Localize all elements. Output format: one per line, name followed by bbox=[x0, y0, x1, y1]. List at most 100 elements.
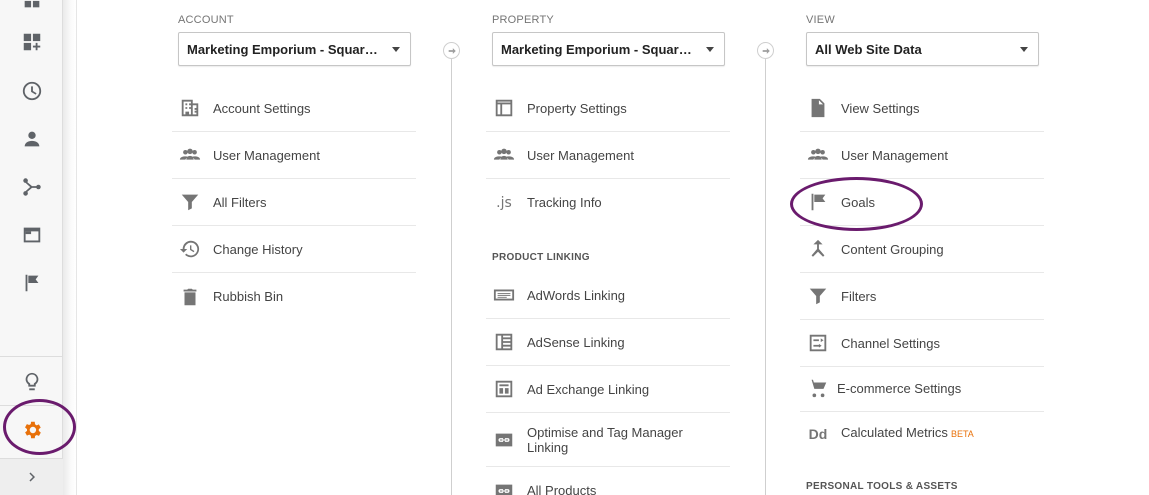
adwords-linking-item[interactable]: AdWords Linking bbox=[486, 272, 730, 319]
channel-settings-label: Channel Settings bbox=[841, 335, 941, 351]
link-icon bbox=[492, 479, 516, 495]
adexchange-icon bbox=[492, 377, 516, 401]
customization-button[interactable] bbox=[0, 19, 63, 65]
audience-button[interactable] bbox=[0, 116, 63, 162]
document-icon bbox=[806, 96, 830, 120]
optimise-tag-manager-linking-label: Optimise and Tag Manager Linking bbox=[527, 424, 683, 455]
people-icon bbox=[806, 143, 830, 167]
view-settings-item[interactable]: View Settings bbox=[800, 85, 1044, 132]
expand-nav-button[interactable] bbox=[0, 458, 63, 495]
property-header: PROPERTY bbox=[492, 14, 554, 26]
all-filters-item[interactable]: All Filters bbox=[172, 179, 416, 226]
view-user-management-label: User Management bbox=[841, 147, 948, 163]
calculated-metrics-label: Calculated Metrics BETA bbox=[841, 425, 974, 442]
content-grouping-label: Content Grouping bbox=[841, 241, 944, 257]
calculated-metrics-icon: Dd bbox=[808, 425, 828, 442]
chevron-right-icon bbox=[28, 472, 35, 482]
channel-icon bbox=[806, 331, 830, 355]
people-icon bbox=[178, 143, 202, 167]
realtime-clock-icon bbox=[22, 81, 41, 101]
customization-icon bbox=[23, 33, 40, 51]
all-filters-label: All Filters bbox=[213, 194, 267, 210]
account-settings-item[interactable]: Account Settings bbox=[172, 85, 416, 132]
goals-highlight-ring bbox=[790, 177, 923, 231]
property-selector[interactable]: Marketing Emporium - Squarespace bbox=[492, 32, 725, 66]
filters-label: Filters bbox=[841, 288, 877, 304]
property-user-management-label: User Management bbox=[527, 147, 634, 163]
property-settings-label: Property Settings bbox=[527, 100, 627, 116]
merge-icon bbox=[806, 237, 830, 261]
adwords-linking-label: AdWords Linking bbox=[527, 287, 626, 303]
admin-highlight-ring bbox=[3, 399, 76, 455]
view-settings-label: View Settings bbox=[841, 100, 920, 116]
js-icon: .js bbox=[496, 194, 512, 211]
ecommerce-settings-label: E-commerce Settings bbox=[837, 380, 962, 396]
rubbish-bin-label: Rubbish Bin bbox=[213, 289, 284, 304]
adsense-linking-item[interactable]: AdSense Linking bbox=[486, 319, 730, 366]
product-linking-header: PRODUCT LINKING bbox=[492, 252, 590, 263]
cart-icon bbox=[806, 376, 830, 400]
filter-icon bbox=[178, 190, 202, 214]
ecommerce-settings-item[interactable]: E-commerce Settings bbox=[800, 365, 1044, 412]
ad-exchange-linking-item[interactable]: Ad Exchange Linking bbox=[486, 366, 730, 413]
account-selector[interactable]: Marketing Emporium - Squarespace bbox=[178, 32, 411, 66]
people-icon bbox=[492, 143, 516, 167]
conversions-button[interactable] bbox=[0, 260, 63, 306]
arrow-right-icon bbox=[448, 47, 456, 54]
link-icon bbox=[492, 428, 516, 452]
personal-tools-header: PERSONAL TOOLS & ASSETS bbox=[806, 481, 958, 492]
realtime-button[interactable] bbox=[0, 68, 63, 114]
all-products-item[interactable]: All Products bbox=[486, 467, 730, 495]
conversions-flag-icon bbox=[25, 274, 38, 292]
acquisition-icon bbox=[22, 178, 41, 196]
filters-item[interactable]: Filters bbox=[800, 273, 1044, 320]
behavior-button[interactable] bbox=[0, 212, 63, 258]
adsense-icon bbox=[492, 330, 516, 354]
rail-divider bbox=[0, 356, 63, 357]
ad-exchange-linking-label: Ad Exchange Linking bbox=[527, 381, 650, 397]
beta-badge: BETA bbox=[950, 429, 974, 439]
view-header: VIEW bbox=[806, 14, 835, 26]
dropdown-caret-icon bbox=[392, 47, 400, 52]
view-selector[interactable]: All Web Site Data bbox=[806, 32, 1039, 66]
view-user-management-item[interactable]: User Management bbox=[800, 132, 1044, 179]
lightbulb-icon bbox=[25, 372, 38, 391]
discover-button[interactable] bbox=[0, 359, 63, 405]
channel-settings-item[interactable]: Channel Settings bbox=[800, 320, 1044, 367]
audience-person-icon bbox=[24, 131, 39, 147]
property-selected: Marketing Emporium - Squarespace bbox=[501, 41, 696, 57]
account-user-management-item[interactable]: User Management bbox=[172, 132, 416, 179]
calculated-metrics-item[interactable]: Dd Calculated Metrics BETA bbox=[800, 410, 1044, 457]
building-icon bbox=[178, 96, 202, 120]
property-user-management-item[interactable]: User Management bbox=[486, 132, 730, 179]
rubbish-bin-item[interactable]: Rubbish Bin bbox=[172, 273, 416, 320]
window-icon bbox=[492, 96, 516, 120]
home-icon bbox=[24, 0, 39, 8]
behavior-icon bbox=[23, 227, 40, 243]
history-icon bbox=[178, 237, 202, 261]
dropdown-caret-icon bbox=[1020, 47, 1028, 52]
account-settings-label: Account Settings bbox=[213, 100, 311, 116]
all-products-label: All Products bbox=[527, 483, 597, 495]
acquisition-button[interactable] bbox=[0, 164, 63, 210]
filter-icon bbox=[806, 284, 830, 308]
account-selected: Marketing Emporium - Squarespace bbox=[187, 41, 382, 57]
dropdown-caret-icon bbox=[706, 47, 714, 52]
calculated-metrics-text: Calculated Metrics bbox=[841, 425, 948, 440]
view-selected: All Web Site Data bbox=[815, 41, 922, 57]
optimise-tag-manager-linking-item[interactable]: Optimise and Tag Manager Linking bbox=[486, 413, 730, 467]
column-connector-line-2 bbox=[765, 42, 766, 495]
account-header: ACCOUNT bbox=[178, 14, 234, 26]
arrow-right-icon bbox=[762, 47, 770, 54]
account-user-management-label: User Management bbox=[213, 147, 320, 163]
connector-arrow bbox=[443, 42, 460, 59]
connector-arrow-2 bbox=[757, 42, 774, 59]
tracking-info-item[interactable]: .js Tracking Info bbox=[486, 179, 730, 226]
property-settings-item[interactable]: Property Settings bbox=[486, 85, 730, 132]
tracking-info-label: Tracking Info bbox=[527, 195, 602, 210]
trash-icon bbox=[178, 285, 202, 309]
change-history-item[interactable]: Change History bbox=[172, 226, 416, 273]
content-grouping-item[interactable]: Content Grouping bbox=[800, 226, 1044, 273]
change-history-label: Change History bbox=[213, 241, 303, 257]
adsense-linking-label: AdSense Linking bbox=[527, 334, 625, 350]
